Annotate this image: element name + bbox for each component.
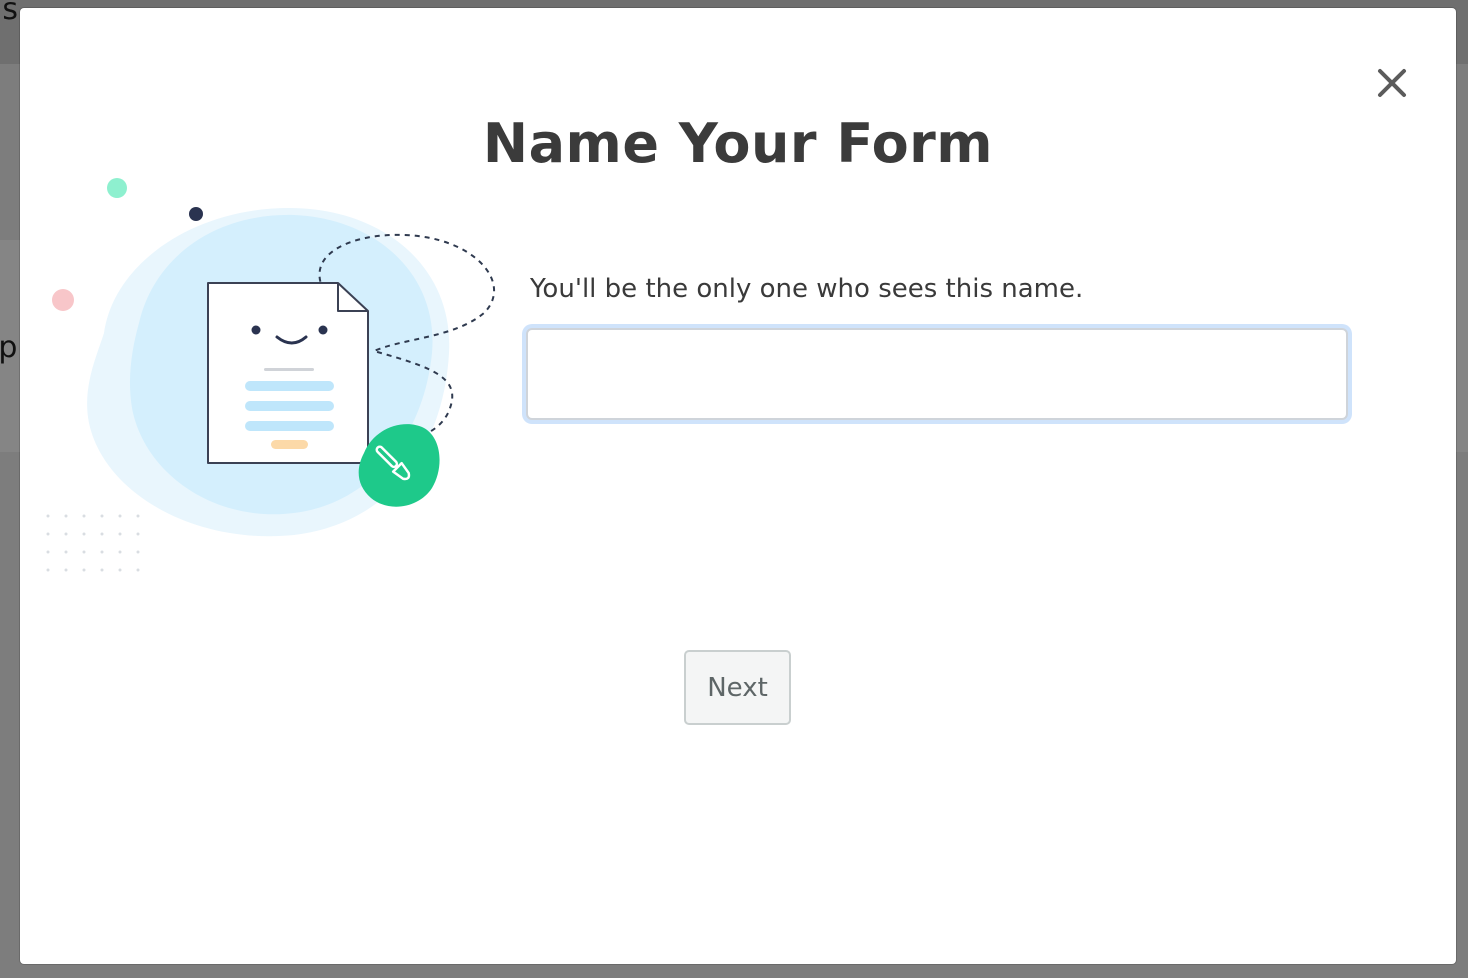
document-line-1 [245, 381, 334, 391]
next-button[interactable]: Next [684, 650, 791, 725]
document-eye-left [251, 325, 261, 335]
document-eye-right [318, 325, 328, 335]
decor-dot-green [107, 178, 127, 198]
form-name-hint: You'll be the only one who sees this nam… [530, 274, 1084, 304]
document-line-orange [271, 440, 308, 449]
decor-dot-pink [52, 289, 74, 311]
document-line-2 [245, 401, 334, 411]
name-form-modal: Name Your Form You'll be the only one wh… [20, 8, 1456, 964]
modal-title: Name Your Form [482, 112, 994, 175]
document-line-grey [264, 368, 314, 371]
decor-dot-grid [46, 514, 140, 572]
background-text-mid: ip [0, 330, 18, 365]
close-icon [1378, 69, 1406, 97]
decor-dot-navy [189, 207, 203, 221]
form-illustration [46, 178, 496, 572]
form-name-input[interactable] [526, 328, 1348, 420]
close-button[interactable] [1372, 63, 1412, 103]
document-line-3 [245, 421, 334, 431]
background-text-top: is [0, 0, 18, 27]
